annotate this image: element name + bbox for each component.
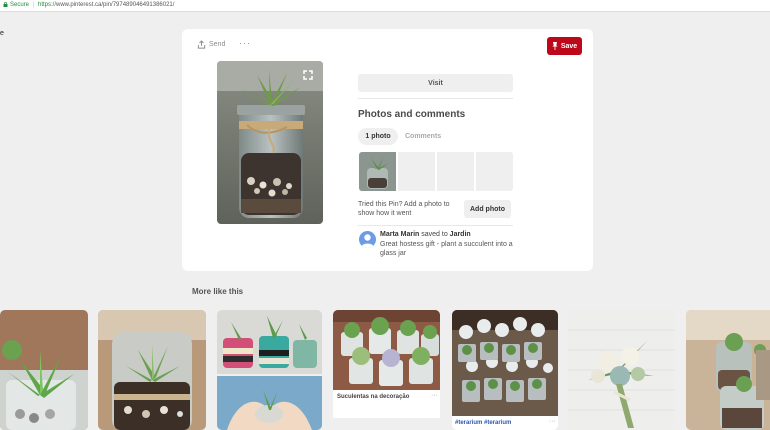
send-label: Send [209, 41, 226, 48]
expand-icon[interactable] [303, 70, 313, 80]
related-pin-image [217, 310, 322, 430]
saver-name[interactable]: Marta Marin [380, 231, 419, 238]
related-pin-caption: Suculentas na decoração [337, 394, 410, 400]
url-scheme: https:// [38, 2, 57, 8]
avatar[interactable] [359, 231, 376, 248]
related-pin[interactable] [217, 310, 322, 430]
pin-caption: Great hostess gift - plant a succulent i… [380, 241, 513, 257]
secure-label: Secure [10, 2, 30, 8]
tried-prompt: Tried this Pin? Add a photo to show how … [358, 201, 450, 217]
send-button[interactable]: Send [197, 40, 225, 49]
more-like-this-title: More like this [192, 287, 244, 296]
save-button[interactable]: Save [547, 37, 582, 55]
url-path: www.pinterest.ca/pin/797489046491386021/ [56, 2, 175, 8]
saved-to-text: saved to [421, 231, 448, 238]
address-separator: | [33, 2, 35, 8]
saver-line: Marta Marin saved to Jardin [380, 231, 471, 238]
related-pin[interactable] [0, 310, 88, 430]
pin-image[interactable] [217, 61, 323, 224]
related-pin-image [452, 310, 558, 416]
tried-photo-image [359, 152, 396, 191]
left-edge-text: e [0, 30, 4, 37]
related-pin[interactable] [686, 310, 770, 430]
pin-icon [552, 42, 558, 50]
related-pin[interactable] [98, 310, 206, 430]
photo-placeholder [398, 152, 435, 191]
photo-thumbnail[interactable] [359, 152, 396, 191]
divider [358, 98, 513, 99]
succulent-jar-image [217, 61, 323, 224]
tab-photos[interactable]: 1 photo [358, 128, 398, 145]
board-name[interactable]: Jardin [450, 231, 471, 238]
related-pin[interactable] [568, 310, 675, 430]
related-pin-image [98, 310, 206, 430]
url-text[interactable]: https://www.pinterest.ca/pin/79748904649… [38, 0, 174, 11]
address-bar[interactable]: Secure | https://www.pinterest.ca/pin/79… [0, 0, 770, 12]
user-icon [361, 234, 374, 248]
add-photo-button[interactable]: Add photo [464, 200, 511, 218]
visit-button[interactable]: Visit [358, 74, 513, 92]
related-pin-image [0, 310, 88, 430]
related-pin-more-button[interactable]: ··· [431, 392, 438, 399]
lock-icon [3, 2, 8, 7]
more-options-button[interactable]: ··· [239, 38, 251, 48]
related-pin[interactable]: Suculentas na decoração ··· [333, 310, 440, 430]
save-label: Save [560, 42, 578, 50]
related-pin-image [568, 310, 675, 430]
photos-comments-title: Photos and comments [358, 109, 466, 120]
next-pin-peek [333, 418, 440, 430]
photo-placeholder [476, 152, 513, 191]
related-pin[interactable]: #terarium #terarium ··· [452, 310, 558, 430]
tab-comments[interactable]: Comments [405, 133, 441, 140]
divider [358, 225, 513, 226]
related-pin-image [333, 310, 440, 390]
share-icon [197, 40, 206, 49]
photo-placeholder [437, 152, 474, 191]
related-pin-image [686, 310, 770, 430]
related-pin-more-button[interactable]: ··· [549, 418, 556, 425]
related-pin-tags[interactable]: #terarium #terarium [455, 420, 511, 426]
